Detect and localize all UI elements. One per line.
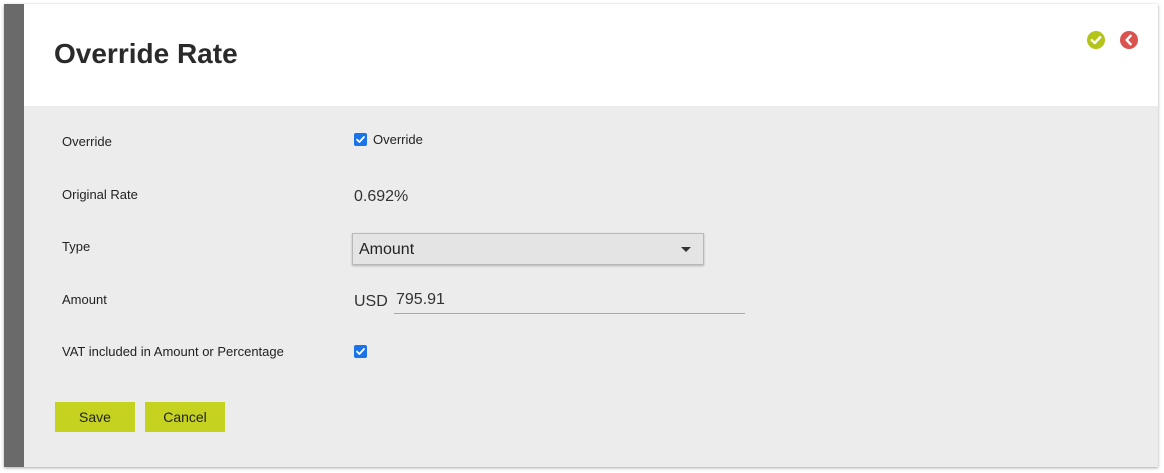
currency-label: USD <box>354 293 388 310</box>
override-checkbox[interactable] <box>354 133 367 147</box>
original-rate-label: Original Rate <box>62 187 138 202</box>
original-rate-value: 0.692% <box>354 188 409 205</box>
override-checkbox-label[interactable]: Override <box>373 132 423 147</box>
override-checkbox-group: Override <box>354 131 423 149</box>
caret-down-icon <box>681 247 691 252</box>
type-label: Type <box>62 239 91 254</box>
type-select-value: Amount <box>359 241 415 258</box>
check-circle-icon[interactable] <box>1087 31 1105 49</box>
vat-checkbox-group <box>354 343 367 361</box>
override-rate-panel: Override Rate Override Override Original… <box>4 4 1158 467</box>
panel-header: Override Rate <box>24 4 1158 106</box>
override-label: Override <box>62 134 112 149</box>
amount-label: Amount <box>62 292 107 307</box>
type-select[interactable]: Amount <box>352 233 704 265</box>
page-title: Override Rate <box>54 38 238 69</box>
save-button[interactable]: Save <box>55 402 135 432</box>
amount-input[interactable] <box>394 287 745 314</box>
vat-checkbox[interactable] <box>354 345 367 359</box>
side-accent-bar <box>4 4 24 467</box>
cancel-button[interactable]: Cancel <box>145 402 225 432</box>
vat-label: VAT included in Amount or Percentage <box>62 344 284 359</box>
chevron-left-circle-icon[interactable] <box>1120 31 1138 49</box>
